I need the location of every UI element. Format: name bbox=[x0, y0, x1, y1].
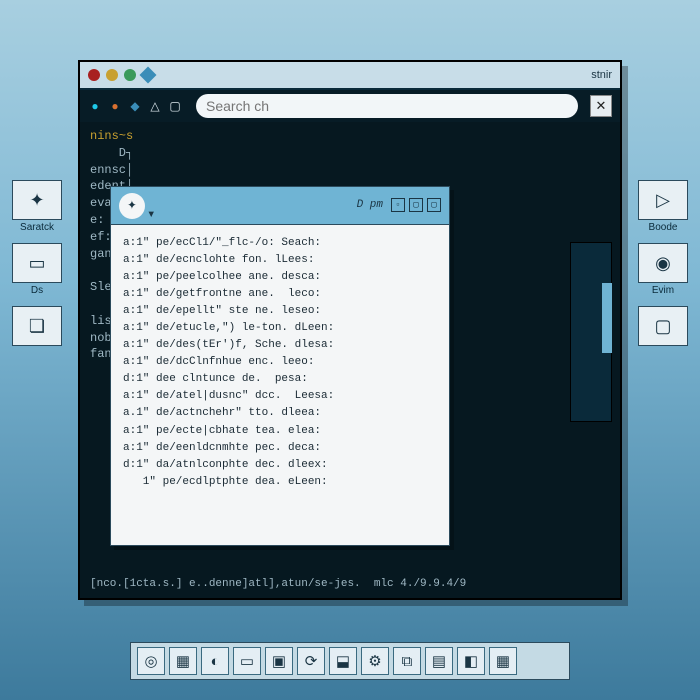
minimize-dot-icon[interactable] bbox=[106, 69, 118, 81]
popup-line: a:1" pe/ecte|cbhate tea. elea: bbox=[123, 423, 437, 440]
taskbar-item[interactable]: ⬓ bbox=[329, 647, 357, 675]
desktop-icon[interactable]: ▷ Boode bbox=[634, 180, 692, 233]
search-input[interactable] bbox=[206, 98, 568, 114]
camera-icon: ◉ bbox=[638, 243, 688, 283]
taskbar-item[interactable]: ▦ bbox=[489, 647, 517, 675]
popup-line: a.1" de/actnchehr" tto. dleea: bbox=[123, 405, 437, 422]
desktop-icon[interactable]: ✦ Saratck bbox=[8, 180, 66, 233]
taskbar-item[interactable]: ⧉ bbox=[393, 647, 421, 675]
diamond-icon bbox=[140, 67, 157, 84]
popup-line: d:1" da/atnlconphte dec. dleex: bbox=[123, 457, 437, 474]
popup-line: a:1" de/dcClnfnhue enc. leeo: bbox=[123, 354, 437, 371]
popup-controls-label: D pm bbox=[357, 198, 383, 213]
popup-close-icon[interactable]: ▢ bbox=[427, 198, 441, 212]
taskbar-item[interactable]: ▭ bbox=[233, 647, 261, 675]
popup-max-icon[interactable]: ▢ bbox=[409, 198, 423, 212]
tool-icon[interactable]: ● bbox=[108, 99, 122, 113]
taskbar-item[interactable]: ⚙ bbox=[361, 647, 389, 675]
tool-icon[interactable]: ▢ bbox=[168, 99, 182, 113]
close-button[interactable]: ✕ bbox=[590, 95, 612, 117]
desktop-icons-right: ▷ Boode ◉ Evim ▢ bbox=[634, 180, 692, 348]
folder-icon: ▭ bbox=[12, 243, 62, 283]
app-icon: ▢ bbox=[638, 306, 688, 346]
taskbar-item[interactable]: ▣ bbox=[265, 647, 293, 675]
toolbar: ● ● ◆ △ ▢ ✕ bbox=[80, 90, 620, 122]
popup-line: a:1" de/getfrontne ane. leco: bbox=[123, 286, 437, 303]
desktop-icon[interactable]: ▢ bbox=[634, 306, 692, 348]
tool-icon[interactable]: ◆ bbox=[128, 99, 142, 113]
popup-body[interactable]: a:1" pe/ecCl1/"_flc-/o: Seach:a:1" de/ec… bbox=[111, 225, 449, 501]
taskbar-item[interactable]: ▦ bbox=[169, 647, 197, 675]
popup-titlebar[interactable]: ✦ ▾ D pm ▫ ▢ ▢ bbox=[111, 187, 449, 225]
play-icon: ▷ bbox=[638, 180, 688, 220]
tool-icon[interactable]: ● bbox=[88, 99, 102, 113]
desktop-icon[interactable]: ◉ Evim bbox=[634, 243, 692, 296]
logo-icon: ✦ bbox=[119, 193, 145, 219]
terminal-body[interactable]: nins~s D┐ennsc│edent│evarc│e: │ef: │gane… bbox=[80, 122, 620, 598]
popup-line: a:1" pe/peelcolhee ane. desca: bbox=[123, 269, 437, 286]
taskbar: ◎▦◐▭▣⟳⬓⚙⧉▤◧▦ bbox=[130, 642, 570, 680]
desktop-icon-label: Evim bbox=[652, 285, 674, 296]
popup-min-icon[interactable]: ▫ bbox=[391, 198, 405, 212]
popup-line: a:1" de/atel|dusnc" dcc. Leesa: bbox=[123, 388, 437, 405]
desktop-icon-label: Boode bbox=[649, 222, 678, 233]
popup-line: a:1" de/eenldcnmhte pec. deca: bbox=[123, 440, 437, 457]
terminal-window: stnir ● ● ◆ △ ▢ ✕ nins~s D┐ennsc│edent│e… bbox=[78, 60, 622, 600]
taskbar-item[interactable]: ◧ bbox=[457, 647, 485, 675]
terminal-status: [nco.[1cta.s.] e..denne]atl],atun/se-jes… bbox=[90, 577, 610, 592]
side-panel-tab[interactable] bbox=[602, 283, 612, 353]
side-panel bbox=[570, 242, 612, 422]
maximize-dot-icon[interactable] bbox=[124, 69, 136, 81]
close-dot-icon[interactable] bbox=[88, 69, 100, 81]
taskbar-item[interactable]: ▤ bbox=[425, 647, 453, 675]
popup-line: a:1" de/etucle,") le-ton. dLeen: bbox=[123, 320, 437, 337]
desktop-icons-left: ✦ Saratck ▭ Ds ❏ bbox=[8, 180, 66, 348]
desktop-icon[interactable]: ▭ Ds bbox=[8, 243, 66, 296]
popup-line: a:1" de/epellt" ste ne. leseo: bbox=[123, 303, 437, 320]
popup-window: ✦ ▾ D pm ▫ ▢ ▢ a:1" pe/ecCl1/"_flc-/o: S… bbox=[110, 186, 450, 546]
desktop-icon-label: Saratck bbox=[20, 222, 54, 233]
window-title: stnir bbox=[591, 69, 612, 81]
terminal-prompt: nins~s bbox=[90, 128, 610, 145]
terminal-line: D┐ bbox=[90, 145, 610, 162]
star-icon: ✦ bbox=[12, 180, 62, 220]
popup-line: a:1" pe/ecCl1/"_flc-/o: Seach: bbox=[123, 235, 437, 252]
taskbar-item[interactable]: ◎ bbox=[137, 647, 165, 675]
popup-line: 1" pe/ecdlptphte dea. eLeen: bbox=[123, 474, 437, 491]
popup-line: d:1" dee clntunce de. pesa: bbox=[123, 371, 437, 388]
desktop-icon[interactable]: ❏ bbox=[8, 306, 66, 348]
taskbar-item[interactable]: ⟳ bbox=[297, 647, 325, 675]
pin-icon: ▾ bbox=[147, 206, 165, 224]
search-field[interactable] bbox=[196, 94, 578, 118]
tool-icon[interactable]: △ bbox=[148, 99, 162, 113]
terminal-line: ennsc│ bbox=[90, 162, 610, 179]
titlebar[interactable]: stnir bbox=[80, 62, 620, 90]
popup-controls: D pm ▫ ▢ ▢ bbox=[357, 198, 441, 213]
files-icon: ❏ bbox=[12, 306, 62, 346]
popup-line: a:1" de/des(tEr')f, Sche. dlesa: bbox=[123, 337, 437, 354]
desktop-icon-label: Ds bbox=[31, 285, 43, 296]
popup-line: a:1" de/ecnclohte fon. lLees: bbox=[123, 252, 437, 269]
taskbar-item[interactable]: ◐ bbox=[201, 647, 229, 675]
